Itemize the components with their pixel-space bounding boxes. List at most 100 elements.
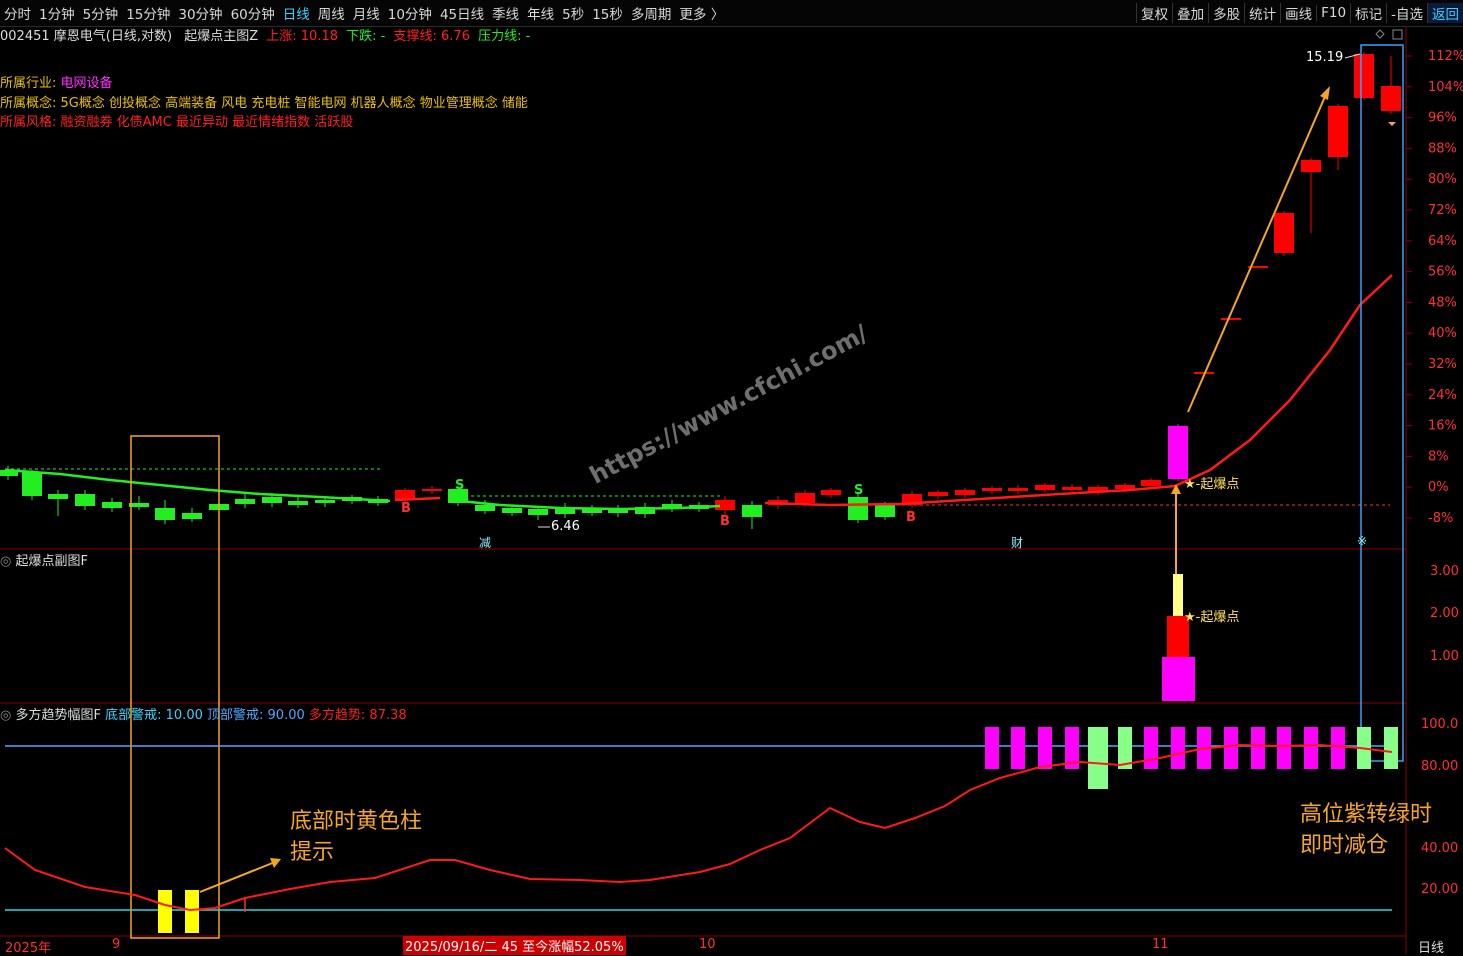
sub-axis-label: 2.00 bbox=[1430, 606, 1459, 621]
sub-axis-label: 1.00 bbox=[1430, 649, 1459, 664]
sub-right-axis: 3.00 2.00 1.00 bbox=[1430, 564, 1459, 664]
trend-bar bbox=[1144, 727, 1158, 769]
signal-b-2: B bbox=[720, 514, 730, 529]
trend-value: 87.38 bbox=[369, 708, 407, 723]
event-finance[interactable]: 财 bbox=[1011, 534, 1023, 551]
candle-body bbox=[1062, 487, 1082, 490]
trend-bar bbox=[1171, 727, 1185, 769]
bottom-note: 底部时黄色柱 提示 bbox=[290, 806, 422, 868]
main-axis-label: 56% bbox=[1428, 265, 1457, 280]
candle-body bbox=[955, 490, 975, 495]
trend-bar bbox=[1331, 727, 1345, 769]
candle-body bbox=[1141, 480, 1161, 486]
trend-bar bbox=[158, 890, 172, 933]
high-price-label: 15.19 bbox=[1306, 50, 1344, 65]
candle-body bbox=[1008, 488, 1028, 491]
candle-body bbox=[1035, 485, 1055, 490]
event-note[interactable]: ※ bbox=[1357, 534, 1367, 548]
main-axis-label: 88% bbox=[1428, 141, 1457, 156]
main-axis-label: 96% bbox=[1428, 111, 1457, 126]
main-axis-label: 64% bbox=[1428, 234, 1457, 249]
bottom-note-arrow bbox=[199, 861, 276, 893]
bottom-note-line1: 底部时黄色柱 bbox=[290, 809, 423, 834]
panel-toggle-icon[interactable] bbox=[1392, 29, 1403, 40]
date-highlight: 2025/09/16/二 45 至今涨幅52.05% bbox=[403, 936, 626, 955]
candle-body bbox=[182, 513, 202, 519]
signal-s-2: S bbox=[854, 483, 864, 498]
candle-body bbox=[1381, 86, 1401, 111]
candle-body bbox=[129, 503, 149, 507]
main-right-axis: 112% 104% 96% 88% 80% 72% 64% 56% 48% 40% 32% 24% 16… bbox=[1406, 49, 1463, 526]
main-axis-label: 72% bbox=[1428, 203, 1457, 218]
candle-body bbox=[475, 505, 495, 511]
candle-body bbox=[1301, 160, 1321, 172]
main-qibao-tag: ★-起爆点 bbox=[1184, 477, 1240, 492]
bottom-warn-label: 底部警戒: bbox=[105, 708, 162, 723]
top-note-line1: 高位紫转绿时 bbox=[1300, 802, 1433, 827]
event-reduce[interactable]: 减 bbox=[479, 534, 491, 551]
main-axis-label: 16% bbox=[1428, 419, 1457, 434]
date-month-11: 11 bbox=[1152, 937, 1169, 952]
trend-axis-label: 20.00 bbox=[1421, 882, 1458, 897]
top-highlight-box bbox=[1360, 44, 1404, 762]
date-year: 2025年 bbox=[5, 941, 52, 956]
candle-body bbox=[502, 508, 522, 513]
trend-axis-label: 80.00 bbox=[1421, 759, 1458, 774]
rise-arrow bbox=[1187, 91, 1328, 413]
date-month-9: 9 bbox=[112, 937, 121, 952]
period-label[interactable]: 日线 bbox=[1418, 937, 1444, 956]
main-axis-label: 80% bbox=[1428, 172, 1457, 187]
candle-body bbox=[1168, 426, 1188, 479]
trend-bar bbox=[1038, 727, 1052, 769]
candle-body bbox=[795, 493, 815, 503]
sub-qibao-text: 起爆点 bbox=[1200, 610, 1240, 625]
trend-bar bbox=[185, 890, 199, 933]
trend-panel-title[interactable]: 多方趋势幅图F bbox=[15, 708, 100, 723]
sub-qibao-tag: ★-起爆点 bbox=[1184, 610, 1240, 625]
candle-body bbox=[262, 497, 282, 503]
candle-body bbox=[875, 505, 895, 517]
candle-body bbox=[982, 488, 1002, 491]
main-axis-label: 24% bbox=[1428, 388, 1457, 403]
sub-bar-yellow bbox=[1173, 574, 1183, 616]
signal-b-1: B bbox=[401, 501, 411, 516]
signal-s-1: S bbox=[455, 478, 465, 493]
main-axis-label: 48% bbox=[1428, 295, 1457, 310]
candle-body bbox=[528, 509, 548, 515]
trend-axis-label: 100.0 bbox=[1421, 717, 1458, 732]
trend-bar bbox=[1011, 727, 1025, 769]
trend-bar bbox=[1384, 727, 1398, 769]
sub-collapse-icon[interactable]: ◎ bbox=[0, 554, 11, 569]
trend-panel-title-row: ◎ 多方趋势幅图F 底部警戒: 10.00 顶部警戒: 90.00 多方趋势: … bbox=[0, 704, 407, 723]
main-axis-label: -8% bbox=[1428, 511, 1453, 526]
trend-bar bbox=[1088, 727, 1108, 789]
trend-bar bbox=[1224, 727, 1238, 769]
low-price-label: 6.46 bbox=[551, 519, 580, 534]
candle-body bbox=[1115, 485, 1135, 489]
top-warn-label: 顶部警戒: bbox=[207, 708, 264, 723]
sub-panel-title[interactable]: 起爆点副图F bbox=[15, 554, 87, 569]
trend-collapse-icon[interactable]: ◎ bbox=[0, 708, 11, 723]
trend-bar bbox=[985, 727, 999, 769]
trend-label: 多方趋势: bbox=[308, 708, 366, 723]
candle-body bbox=[742, 505, 762, 517]
main-axis-label: 0% bbox=[1428, 480, 1449, 495]
signal-b-3: B bbox=[906, 510, 916, 525]
candle-body bbox=[1354, 54, 1374, 98]
top-warn-value: 90.00 bbox=[267, 708, 305, 723]
candle-body bbox=[48, 494, 68, 499]
candle-body bbox=[848, 497, 868, 520]
panel-diamond-icon[interactable] bbox=[1375, 29, 1385, 39]
chart-canvas[interactable]: 112% 104% 96% 88% 80% 72% 64% 56% 48% 40% 32% 24% 16… bbox=[0, 0, 1463, 954]
candle-body bbox=[422, 489, 442, 491]
trend-bar bbox=[1304, 727, 1318, 769]
candle-body bbox=[315, 500, 335, 503]
main-axis-label: 104% bbox=[1428, 80, 1463, 95]
sub-axis-label: 3.00 bbox=[1430, 564, 1459, 579]
bottom-warn-value: 10.00 bbox=[165, 708, 203, 723]
sub-bar-magenta bbox=[1162, 657, 1195, 701]
trend-line bbox=[4, 743, 1393, 912]
candle-body bbox=[928, 492, 948, 496]
candle-body bbox=[235, 499, 255, 504]
candlesticks bbox=[0, 52, 1401, 529]
